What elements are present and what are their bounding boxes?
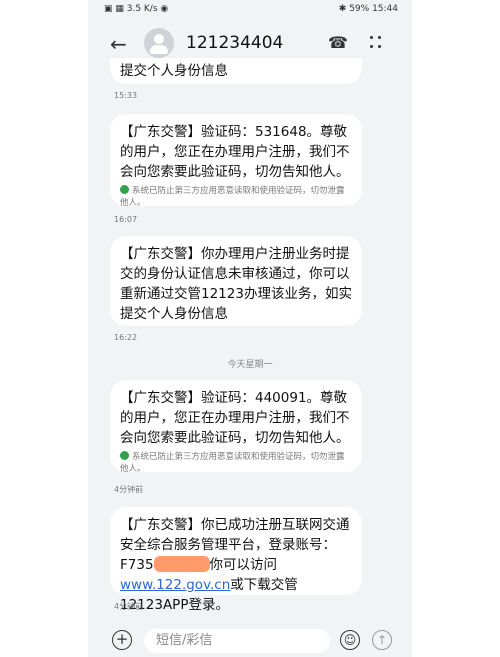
website-link[interactable]: www.122.gov.cn — [120, 577, 230, 593]
message-bubble[interactable]: 【广东交警】验证码：440091。尊敬的用户，您正在办理用户注册，我们不会向您索… — [110, 380, 362, 475]
phone-screen: ▣ ▦ 3.5 K/s ◉ ✱ 59% 15:44 ← 121234404 ☎ … — [88, 0, 412, 657]
message-text: 【广东交警】你办理用户注册业务时提交的身份认证信息未审核通过，你可以重新通过交管… — [120, 246, 352, 322]
send-icon[interactable]: ↑ — [372, 630, 392, 650]
message-text: 【广东交警】你已成功注册互联网交通安全综合服务管理平台，登录账号：F735 你可以… — [120, 515, 352, 615]
shield-icon — [120, 451, 129, 460]
status-left: ▣ ▦ 3.5 K/s ◉ — [104, 4, 169, 14]
security-note-text: 系统已防止第三方应用恶意读取和使用验证码，切勿泄露他人。 — [120, 452, 345, 474]
compose-bar: + 短信/彩信 ☺ ↑ — [88, 625, 412, 657]
message-bubble[interactable]: 【广东交警】你办理用户注册业务时提交的身份认证信息未审核通过，你可以重新通过交管… — [110, 236, 362, 326]
contact-number: 121234404 — [186, 33, 284, 53]
add-icon[interactable]: + — [112, 630, 132, 650]
message-bubble[interactable]: 提交个人身份信息 — [110, 58, 362, 84]
message-time: 4分钟前 — [114, 602, 144, 611]
redaction-mark — [153, 556, 210, 572]
message-time: 16:22 — [114, 333, 138, 342]
message-text: 【广东交警】验证码：531648。尊敬的用户，您正在办理用户注册，我们不会向您索… — [120, 124, 350, 180]
day-separator: 今天星期一 — [227, 360, 273, 370]
avatar — [144, 28, 174, 58]
message-text: 【广东交警】验证码：440091。尊敬的用户，您正在办理用户注册，我们不会向您索… — [120, 390, 350, 446]
message-bubble[interactable]: 【广东交警】验证码：531648。尊敬的用户，您正在办理用户注册，我们不会向您索… — [110, 114, 362, 209]
emoji-icon[interactable]: ☺ — [340, 630, 360, 650]
message-input[interactable]: 短信/彩信 — [144, 629, 330, 653]
message-bubble[interactable]: 【广东交警】你已成功注册互联网交通安全综合服务管理平台，登录账号：F735 你可以… — [110, 507, 362, 613]
security-note: 系统已防止第三方应用恶意读取和使用验证码，切勿泄露他人。 — [120, 185, 352, 209]
back-icon[interactable]: ← — [110, 32, 127, 56]
message-time: 4分钟前 — [114, 485, 144, 494]
phone-icon[interactable]: ☎ — [328, 33, 348, 52]
more-icon[interactable] — [368, 32, 382, 52]
message-time: 16:07 — [114, 215, 138, 224]
status-bar: ▣ ▦ 3.5 K/s ◉ ✱ 59% 15:44 — [88, 0, 412, 22]
status-right: ✱ 59% 15:44 — [338, 4, 398, 14]
security-note: 系统已防止第三方应用恶意读取和使用验证码，切勿泄露他人。 — [120, 451, 352, 475]
message-text-b: 你可以访问 — [209, 557, 278, 573]
shield-icon — [120, 185, 129, 194]
message-text: 提交个人身份信息 — [120, 63, 228, 79]
security-note-text: 系统已防止第三方应用恶意读取和使用验证码，切勿泄露他人。 — [120, 186, 345, 208]
message-time: 15:33 — [114, 91, 138, 100]
